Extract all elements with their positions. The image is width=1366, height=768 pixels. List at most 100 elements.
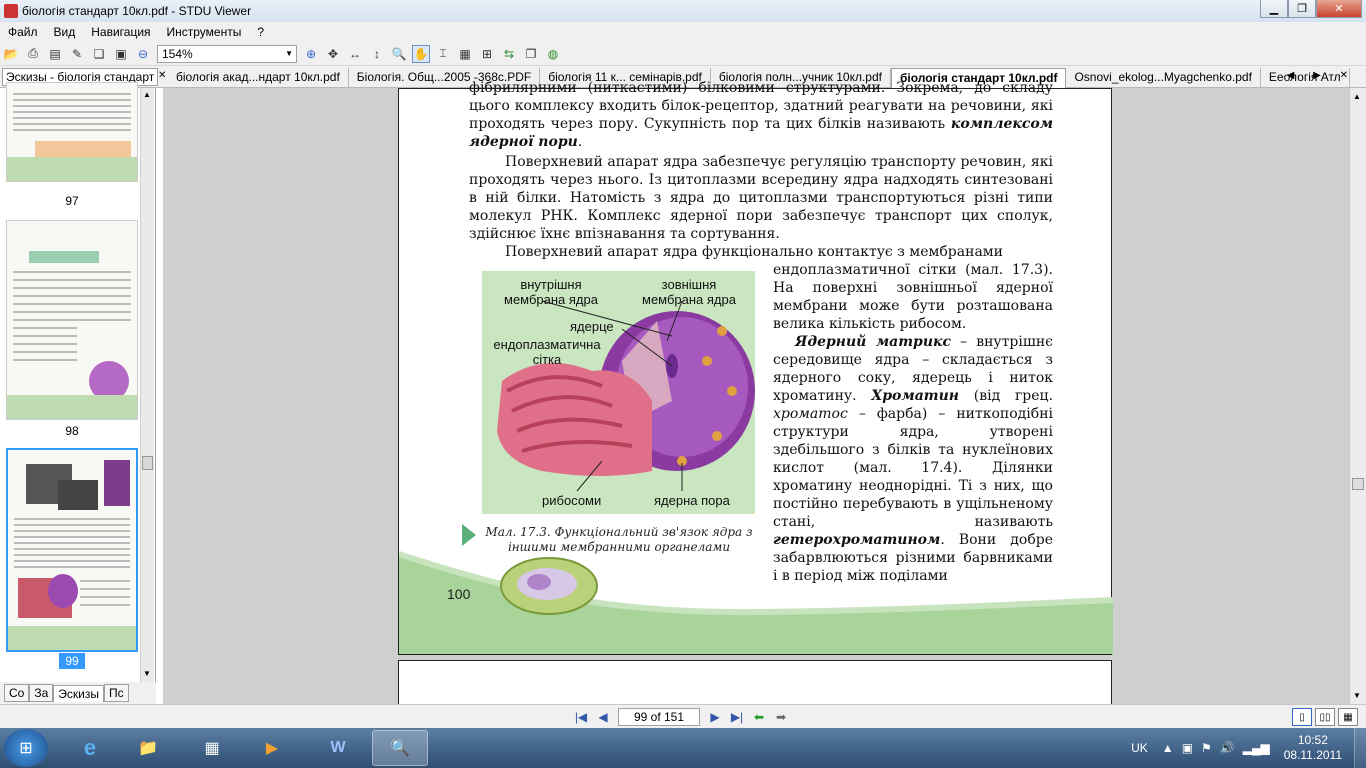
scroll-up-icon[interactable]: ▲ <box>1353 92 1361 101</box>
scroll-down-icon[interactable]: ▼ <box>143 669 151 678</box>
copy-page-icon[interactable]: ❏ <box>90 45 108 63</box>
paragraph: Поверхневий апарат ядра функціонально ко… <box>505 244 1004 260</box>
select-text-icon[interactable]: ⌶ <box>434 45 452 63</box>
page-number: 100 <box>447 586 471 602</box>
prev-page-icon[interactable]: ◀ <box>594 708 612 726</box>
zoom-out-icon[interactable]: ⊖ <box>134 45 152 63</box>
close-button[interactable]: ✕ <box>1316 0 1362 18</box>
copy-text-icon[interactable]: ▣ <box>112 45 130 63</box>
document-scrollbar[interactable]: ▲ ▼ <box>1349 88 1366 704</box>
fit-page-icon[interactable]: ✥ <box>324 45 342 63</box>
taskbar: ⊞ e 📁 ▦ ▶ W 🔍 UK ▲ ▣ ⚑ 🔊 ▂▄▆ 10:52 08.11… <box>0 728 1366 768</box>
first-page-icon[interactable]: |◀ <box>572 708 590 726</box>
clock[interactable]: 10:52 08.11.2011 <box>1284 733 1342 763</box>
tab-scroll-controls[interactable]: ◀ ▶ ✕ <box>1287 70 1356 81</box>
zoom-select[interactable]: 154% ▼ <box>157 44 297 63</box>
time: 10:52 <box>1297 733 1328 747</box>
maximize-button[interactable]: ❐ <box>1288 0 1316 18</box>
figure-nucleus-er: внутрішня мембрана ядра зовнішня мембран… <box>482 271 755 514</box>
thumbnail-label: 98 <box>65 424 79 438</box>
paragraph: фібрилярними (ниткастими) білковими стру… <box>469 80 1054 150</box>
flag-icon[interactable]: ⚑ <box>1201 741 1212 755</box>
hand-tool-icon[interactable]: ✋ <box>412 44 430 63</box>
volume-icon[interactable]: 🔊 <box>1220 741 1235 755</box>
label-outer-membrane: зовнішня мембрана ядра <box>642 277 736 307</box>
doc-tab[interactable]: біологія акад...ндарт 10кл.pdf <box>168 68 349 88</box>
thumbnails-panel: 97 98 99 <box>0 82 156 682</box>
word-icon[interactable]: W <box>310 730 366 766</box>
open-folder-icon[interactable]: 📂 <box>2 45 20 63</box>
back-icon[interactable]: ⬅ <box>750 708 768 726</box>
fit-width-icon[interactable]: ↔ <box>346 45 364 63</box>
menu-view[interactable]: Вид <box>46 25 84 39</box>
scrollbar-thumb[interactable] <box>1352 478 1364 490</box>
zoom-in-icon[interactable]: ⊕ <box>302 45 320 63</box>
thumbnail-label: 97 <box>65 194 79 208</box>
menu-bar: Файл Вид Навигация Инструменты ? <box>0 22 1366 42</box>
title-bar: біологія стандарт 10кл.pdf - STDU Viewer… <box>0 0 1366 22</box>
network-icon[interactable]: ▂▄▆ <box>1243 741 1270 755</box>
continuous-view-icon[interactable]: ▦ <box>1338 708 1358 726</box>
menu-help[interactable]: ? <box>249 25 272 39</box>
chevron-down-icon: ▼ <box>285 49 293 58</box>
sidebar-scrollbar[interactable]: ▲ ▼ <box>140 88 154 682</box>
menu-navigation[interactable]: Навигация <box>83 25 158 39</box>
two-page-view-icon[interactable]: ▯▯ <box>1315 708 1335 726</box>
web-icon[interactable]: ◍ <box>544 45 562 63</box>
thumbnail-label-selected: 99 <box>6 653 138 669</box>
menu-file[interactable]: Файл <box>0 25 46 39</box>
zoom-area-icon[interactable]: ⊞ <box>478 45 496 63</box>
export-icon[interactable]: ▤ <box>46 45 64 63</box>
scroll-up-icon[interactable]: ▲ <box>143 90 151 99</box>
document-viewer[interactable]: фібрилярними (ниткастими) білковими стру… <box>163 80 1349 720</box>
device-icon[interactable]: ▣ <box>1182 741 1193 755</box>
start-button[interactable]: ⊞ <box>4 729 48 767</box>
minimize-button[interactable]: ▁ <box>1260 0 1288 18</box>
language-indicator[interactable]: UK <box>1131 741 1148 755</box>
tab-contents[interactable]: Со <box>4 684 30 702</box>
toolbar: 📂 ⎙ ▤ ✎ ❏ ▣ ⊖ 154% ▼ ⊕ ✥ ↔ ↕ 🔍 ✋ ⌶ ▦ ⊞ ⇆ … <box>0 42 1366 66</box>
document-page: фібрилярними (ниткастими) білковими стру… <box>398 80 1114 655</box>
caption-marker-icon <box>462 524 476 546</box>
rotate-icon[interactable]: ⇆ <box>500 45 518 63</box>
single-page-view-icon[interactable]: ▯ <box>1292 708 1312 726</box>
date: 08.11.2011 <box>1283 748 1342 762</box>
show-desktop-button[interactable] <box>1354 728 1366 768</box>
menu-tools[interactable]: Инструменты <box>159 25 250 39</box>
calculator-icon[interactable]: ▦ <box>184 730 240 766</box>
internet-explorer-icon[interactable]: e <box>62 730 118 766</box>
tray-expand-icon[interactable]: ▲ <box>1162 741 1174 755</box>
stdu-viewer-taskbar-icon[interactable]: 🔍 <box>372 730 428 766</box>
last-page-icon[interactable]: ▶| <box>728 708 746 726</box>
media-player-icon[interactable]: ▶ <box>244 730 300 766</box>
find-icon[interactable]: 🔍 <box>390 45 408 63</box>
page-number-input[interactable]: 99 of 151 <box>618 708 700 726</box>
label-er: ендоплазматична сітка <box>493 337 601 367</box>
scrollbar-thumb[interactable] <box>142 456 153 470</box>
close-icon[interactable]: ✕ <box>158 70 166 81</box>
paragraph: Поверхневий апарат ядра забезпечує регул… <box>469 154 1053 242</box>
print-icon[interactable]: ⎙ <box>24 45 42 63</box>
edit-icon[interactable]: ✎ <box>68 45 86 63</box>
system-tray: UK ▲ ▣ ⚑ 🔊 ▂▄▆ 10:52 08.11.2011 <box>1131 728 1366 768</box>
doc-tab[interactable]: Osnovi_ekolog...Myagchenko.pdf <box>1066 68 1261 88</box>
snapshot-icon[interactable]: ▦ <box>456 45 474 63</box>
fit-height-icon[interactable]: ↕ <box>368 45 386 63</box>
sidebar-bottom-tabs: Со За Эскизы Пс <box>0 682 156 704</box>
label-ribosomes: рибосоми <box>542 493 602 508</box>
file-explorer-icon[interactable]: 📁 <box>120 730 176 766</box>
label-inner-membrane: внутрішня мембрана ядра <box>504 277 598 307</box>
tab-search[interactable]: Пс <box>103 684 129 702</box>
thumbnail-page-97[interactable] <box>6 82 138 182</box>
paragraph: ендоплазматичної сітки (мал. 17.3). На п… <box>773 262 1053 332</box>
zoom-value: 154% <box>162 46 193 61</box>
tab-bookmarks[interactable]: За <box>29 684 54 702</box>
tab-thumbnails[interactable]: Эскизы <box>53 684 104 702</box>
pages-icon[interactable]: ❐ <box>522 45 540 63</box>
forward-icon[interactable]: ➡ <box>772 708 790 726</box>
thumbnail-page-98[interactable] <box>6 220 138 420</box>
next-page-icon[interactable]: ▶ <box>706 708 724 726</box>
scroll-down-icon[interactable]: ▼ <box>1353 691 1361 700</box>
thumbnail-page-99[interactable] <box>6 448 138 652</box>
navigation-bar: |◀ ◀ 99 of 151 ▶ ▶| ⬅ ➡ ▯ ▯▯ ▦ <box>0 704 1366 728</box>
